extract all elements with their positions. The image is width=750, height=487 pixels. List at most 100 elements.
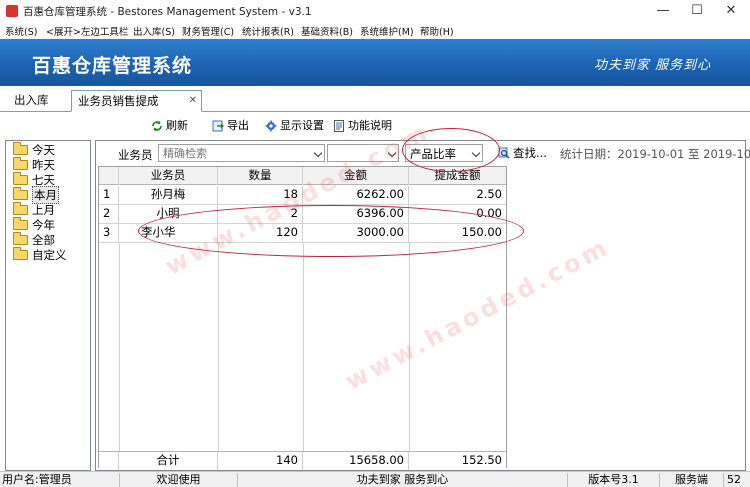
table-cell-quantity[interactable]: 120: [218, 224, 303, 242]
app-icon: [6, 5, 18, 17]
folder-icon: [13, 201, 28, 215]
table-cell-salesperson[interactable]: 小明: [119, 205, 218, 223]
help-doc-button[interactable]: 功能说明: [333, 118, 392, 134]
app-brand-title: 百惠仓库管理系统: [32, 55, 193, 77]
refresh-icon: [152, 121, 162, 131]
column-header-amount[interactable]: 金额: [303, 167, 409, 185]
tree-item-this-month[interactable]: 本月: [13, 185, 59, 204]
row-number: 1: [99, 186, 119, 204]
status-version: 版本号3.1: [568, 473, 660, 487]
tree-item-this-year[interactable]: 今年: [13, 216, 55, 232]
minimize-button[interactable]: —: [648, 2, 678, 20]
commission-mode-select[interactable]: 产品比率: [405, 144, 483, 162]
menu-item-reports[interactable]: 统计报表(R): [242, 24, 294, 38]
folder-icon: [13, 216, 28, 230]
menu-item-system[interactable]: 系统(S): [5, 24, 37, 38]
row-number-header: [99, 167, 119, 185]
tab-label: 业务员销售提成: [78, 94, 159, 108]
grid-line: [119, 243, 120, 451]
export-button[interactable]: 导出: [212, 118, 249, 134]
grid-line: [303, 243, 304, 451]
document-icon: [334, 120, 344, 132]
row-number: 3: [99, 224, 119, 242]
find-label: 查找...: [513, 146, 547, 160]
salesperson-search-input[interactable]: [158, 144, 323, 162]
table-total-row: 合计 140 15658.00 152.50: [99, 451, 506, 470]
total-amount: 15658.00: [303, 452, 409, 470]
table-header: 业务员 数量 金额 提成金额: [99, 167, 506, 185]
table-cell-commission[interactable]: 2.50: [409, 186, 506, 204]
gear-icon: [265, 120, 277, 132]
menu-item-expand-toolbar[interactable]: <展开>左边工具栏: [46, 24, 128, 38]
folder-icon: [13, 246, 28, 260]
menu-item-maintenance[interactable]: 系统维护(M): [360, 24, 414, 38]
date-range-tree: 今天 昨天 七天 本月 上月 今年 全部 自定义: [5, 140, 91, 471]
menu-item-finance[interactable]: 财务管理(C): [182, 24, 234, 38]
statistics-date-range: 统计日期：2019-10-01 至 2019-10-31: [560, 147, 750, 161]
folder-icon: [13, 186, 28, 200]
status-user: 用户名:管理员: [2, 473, 120, 487]
grid-line: [409, 243, 410, 451]
row-number: [99, 452, 119, 470]
export-icon: [212, 120, 224, 132]
column-header-salesperson[interactable]: 业务员: [119, 167, 218, 185]
column-header-commission[interactable]: 提成金额: [409, 167, 506, 185]
search-icon: [498, 147, 510, 159]
table-cell-quantity[interactable]: 2: [218, 205, 303, 223]
commission-table: 业务员 数量 金额 提成金额 1 孙月梅 18 6262.00 2.50 2 小…: [98, 166, 507, 470]
chevron-down-icon: [387, 148, 397, 158]
help-doc-label: 功能说明: [348, 119, 392, 132]
find-button[interactable]: 查找...: [498, 145, 547, 161]
status-slogan: 功夫到家 服务到心: [238, 473, 568, 487]
table-cell-amount[interactable]: 6396.00: [303, 205, 409, 223]
banner-slogan: 功夫到家 服务到心: [594, 58, 712, 73]
status-welcome: 欢迎使用: [120, 473, 238, 487]
table-cell-salesperson[interactable]: 孙月梅: [119, 186, 218, 204]
salesperson-dropdown[interactable]: [313, 144, 325, 162]
tree-item-all[interactable]: 全部: [13, 231, 55, 247]
refresh-button[interactable]: 刷新: [151, 118, 188, 134]
status-service-value: 52: [727, 473, 741, 486]
secondary-filter-combo[interactable]: [327, 144, 399, 162]
toolbar: 刷新 导出 显示设置 功能说明: [0, 113, 750, 139]
tree-item-yesterday[interactable]: 昨天: [13, 156, 55, 172]
window-title: 百惠仓库管理系统 - Bestores Management System - …: [23, 6, 312, 18]
display-settings-label: 显示设置: [280, 119, 324, 132]
folder-icon: [13, 141, 28, 155]
folder-icon: [13, 156, 28, 170]
tab-sales-commission[interactable]: 业务员销售提成 ✕: [71, 90, 202, 112]
total-commission: 152.50: [461, 453, 502, 467]
display-settings-button[interactable]: 显示设置: [265, 118, 324, 134]
tab-inout[interactable]: 出入库: [8, 90, 55, 112]
menu-item-basic-data[interactable]: 基础资料(B): [301, 24, 353, 38]
status-service: 服务端: [660, 473, 724, 487]
total-label: 合计: [119, 452, 218, 470]
chevron-down-icon: [471, 148, 481, 158]
folder-icon: [13, 231, 28, 245]
table-cell-salesperson[interactable]: 李小华: [119, 224, 218, 242]
folder-icon: [13, 171, 28, 185]
table-cell-amount[interactable]: 3000.00: [303, 224, 409, 242]
total-quantity: 140: [218, 452, 303, 470]
tree-item-last-month[interactable]: 上月: [13, 201, 55, 217]
export-label: 导出: [227, 119, 249, 132]
close-button[interactable]: ✕: [716, 2, 746, 20]
maximize-button[interactable]: ☐: [682, 2, 712, 20]
menu-item-inout[interactable]: 出入库(S): [133, 24, 175, 38]
row-number: 2: [99, 205, 119, 223]
refresh-label: 刷新: [166, 119, 188, 132]
table-cell-commission[interactable]: 0.00: [409, 205, 506, 223]
tab-close-icon[interactable]: ✕: [189, 91, 197, 111]
table-cell-amount[interactable]: 6262.00: [303, 186, 409, 204]
salesperson-label: 业务员: [118, 148, 153, 162]
column-header-quantity[interactable]: 数量: [218, 167, 303, 185]
chevron-down-icon: [313, 148, 323, 158]
tree-item-custom[interactable]: 自定义: [13, 246, 67, 262]
status-bar: 用户名:管理员 欢迎使用 功夫到家 服务到心 版本号3.1 服务端 52: [0, 471, 750, 487]
table-cell-commission[interactable]: 150.00: [409, 224, 506, 242]
table-cell-quantity[interactable]: 18: [218, 186, 303, 204]
menu-bar: 系统(S) <展开>左边工具栏 出入库(S) 财务管理(C) 统计报表(R) 基…: [0, 22, 750, 39]
tree-item-today[interactable]: 今天: [13, 141, 55, 157]
menu-item-help[interactable]: 帮助(H): [420, 24, 454, 38]
app-banner: 百惠仓库管理系统 功夫到家 服务到心: [0, 39, 750, 86]
